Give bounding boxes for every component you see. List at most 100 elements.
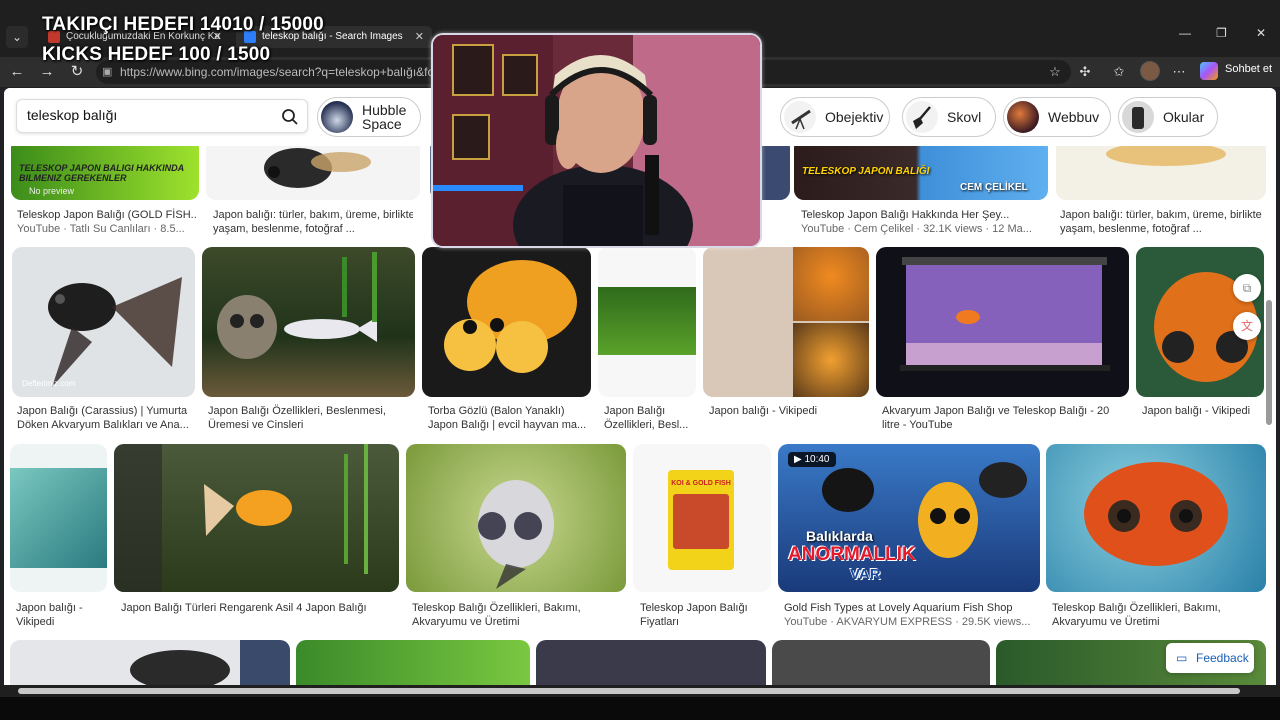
back-arrow-icon[interactable]: ← [6,61,28,83]
favorites-list-icon[interactable]: ✩ [1110,63,1128,81]
bottom-bar [0,697,1280,720]
tab-close-icon[interactable]: ✕ [415,26,424,48]
image-tile[interactable] [10,640,290,685]
chip-skovl[interactable]: Skovl [902,97,996,137]
image-tile[interactable] [406,444,626,592]
caption-meta: Akvaryumu ve Üretimi [1052,616,1160,628]
image-caption[interactable]: Japon Balığı (Carassius) | Yumurta Döken … [17,404,197,432]
image-caption[interactable]: Japon balığı - Vikipedi [1142,404,1267,418]
tab-actions-chevron-icon[interactable]: ⌄ [6,26,28,48]
image-tile[interactable]: KOI & GOLD FISH [633,444,771,592]
image-caption[interactable]: Japon Balığı Özellikleri, Besl... [604,404,694,432]
chip-label: Webbuv [1048,109,1100,125]
small-aquarium-thumbnail [598,287,696,355]
image-caption[interactable]: Japon balığı - Vikipedi [709,404,869,418]
caption-title: Akvaryum Japon Balığı ve Teleskop Balığı… [882,405,1110,417]
video-tile[interactable]: ▶ 10:40 Balıklarda ANORMALLIK VAR [778,444,1040,592]
thumbnail-overlay-text: TELESKOP JAPON BALIGI HAKKINDA BILMENIZ … [19,163,184,183]
thumbnail-overlay-text: ANORMALLIK [788,544,916,565]
image-caption[interactable]: Akvaryum Japon Balığı ve Teleskop Balığı… [882,404,1122,432]
image-caption[interactable]: Teleskop Japon Balığı Fiyatları [640,601,770,629]
image-tile[interactable] [114,444,399,592]
image-caption[interactable]: Teleskop Japon Balığı (GOLD FİSH... YouTu… [17,208,197,236]
collage-thumbnail [793,247,869,321]
search-box[interactable] [16,99,308,133]
vertical-scrollbar[interactable] [1266,300,1272,425]
caption-title: Teleskop Japon Balığı (GOLD FİSH... [17,209,197,221]
chip-okular[interactable]: Okular [1118,97,1218,137]
chip-obejektiv[interactable]: Obejektiv [780,97,890,137]
profile-avatar[interactable] [1140,61,1160,81]
chip-thumbnail [321,101,353,133]
black-fish-thumbnail [130,640,290,685]
watermark-text: Defterimiz.com [22,379,76,388]
caption-title: Teleskop Japon Balığı [640,602,748,614]
image-tile[interactable] [1056,138,1266,200]
image-tile[interactable] [772,640,990,685]
image-caption[interactable]: Japon balığı - Vikipedi [16,601,106,629]
thumbnail-overlay-text: TELESKOP JAPON BALIĞI [802,166,930,177]
image-tile[interactable] [206,138,420,200]
close-window-icon[interactable]: ✕ [1256,26,1266,40]
chip-webbuv[interactable]: Webbuv [1003,97,1111,137]
image-caption[interactable]: Teleskop Balığı Özellikleri, Bakımı, Akva… [1052,601,1267,629]
caption-title: Japon Balığı [604,405,666,417]
visual-search-icon[interactable]: ⧉ [1233,274,1261,302]
image-tile[interactable] [422,247,591,397]
search-icon[interactable] [281,108,299,126]
caption-title: Japon Balığı Türleri Rengarenk Asil 4 Ja… [121,602,367,614]
caption-title: Japon balığı - Vikipedi [1142,405,1251,417]
caption-title: Japon balığı: türler, bakım, üreme, birl… [1060,209,1262,221]
image-caption[interactable]: Japon Balığı Özellikleri, Beslenmesi, Üre… [208,404,408,432]
scrollbar-thumb[interactable] [18,688,1240,694]
favorite-star-icon[interactable]: ☆ [1046,63,1064,81]
image-tile[interactable] [202,247,415,397]
image-tile[interactable] [296,640,530,685]
image-tile[interactable]: TELESKOP JAPON BALIĞI CEM ÇELİKEL [794,138,1048,200]
image-tile[interactable] [536,640,766,685]
image-tile[interactable] [1046,444,1266,592]
copilot-icon[interactable] [1200,62,1218,80]
caption-meta: YouTube · Cem Çelikel · 32.1K views · 12… [801,223,1032,235]
image-tile[interactable]: TELESKOP JAPON BALIGI HAKKINDA BILMENIZ … [11,138,199,200]
more-menu-icon[interactable]: ⋯ [1170,63,1188,81]
feedback-button[interactable]: ▭ Feedback [1166,643,1254,673]
image-tile[interactable] [703,247,869,397]
no-preview-label: No preview [29,186,75,196]
streamer-webcam [431,33,762,248]
caption-meta: Üremesi ve Cinsleri [208,419,304,431]
sohbet-button[interactable]: Sohbet et [1225,63,1272,75]
restore-icon[interactable]: ❐ [1216,26,1227,40]
image-caption[interactable]: Gold Fish Types at Lovely Aquarium Fish … [784,601,1039,629]
goldfish-thumbnail [1106,142,1226,166]
chip-label: Space [362,116,402,132]
caption-title: Japon balığı - Vikipedi [709,405,818,417]
caption-meta: Japon Balığı | evcil hayvan ma... [428,419,587,431]
image-caption[interactable]: Japon Balığı Türleri Rengarenk Asil 4 Ja… [121,601,396,615]
caption-title: Japon balığı - [16,602,83,614]
caption-title: Gold Fish Types at Lovely Aquarium Fish … [784,602,1013,614]
minimize-icon[interactable]: — [1179,26,1191,40]
image-tile[interactable] [876,247,1129,397]
search-input[interactable] [27,107,267,123]
chip-hubble-space[interactable]: Hubble Space [317,97,421,137]
fish-tank-thumbnail [900,257,1110,371]
feedback-label: Feedback [1196,651,1249,665]
image-tile[interactable]: Defterimiz.com [12,247,195,397]
extensions-icon[interactable]: ✣ [1076,63,1094,81]
image-tile[interactable] [598,247,696,397]
image-caption[interactable]: Torba Gözlü (Balon Yanaklı) Japon Balığı … [428,404,588,432]
image-caption[interactable]: Japon balığı: türler, bakım, üreme, birl… [1060,208,1270,236]
image-caption[interactable]: Teleskop Balığı Özellikleri, Bakımı, Akva… [412,601,622,629]
caption-meta: YouTube · Tatlı Su Canlıları · 8.5... [17,223,185,235]
image-caption[interactable]: Teleskop Japon Balığı Hakkında Her Şey..… [801,208,1051,236]
translate-icon[interactable]: 文 [1233,312,1261,340]
caption-meta: Akvaryumu ve Üretimi [412,616,520,628]
horizontal-scrollbar[interactable] [0,685,1280,697]
image-caption[interactable]: Japon balığı: türler, bakım, üreme, birl… [213,208,413,236]
chat-bubble-icon: ▭ [1176,651,1188,665]
caption-meta: YouTube · AKVARYUM EXPRESS · 29.5K views… [784,616,1031,628]
caption-title: Teleskop Japon Balığı Hakkında Her Şey..… [801,209,1010,221]
package-image [673,494,729,549]
image-tile[interactable] [10,444,107,592]
